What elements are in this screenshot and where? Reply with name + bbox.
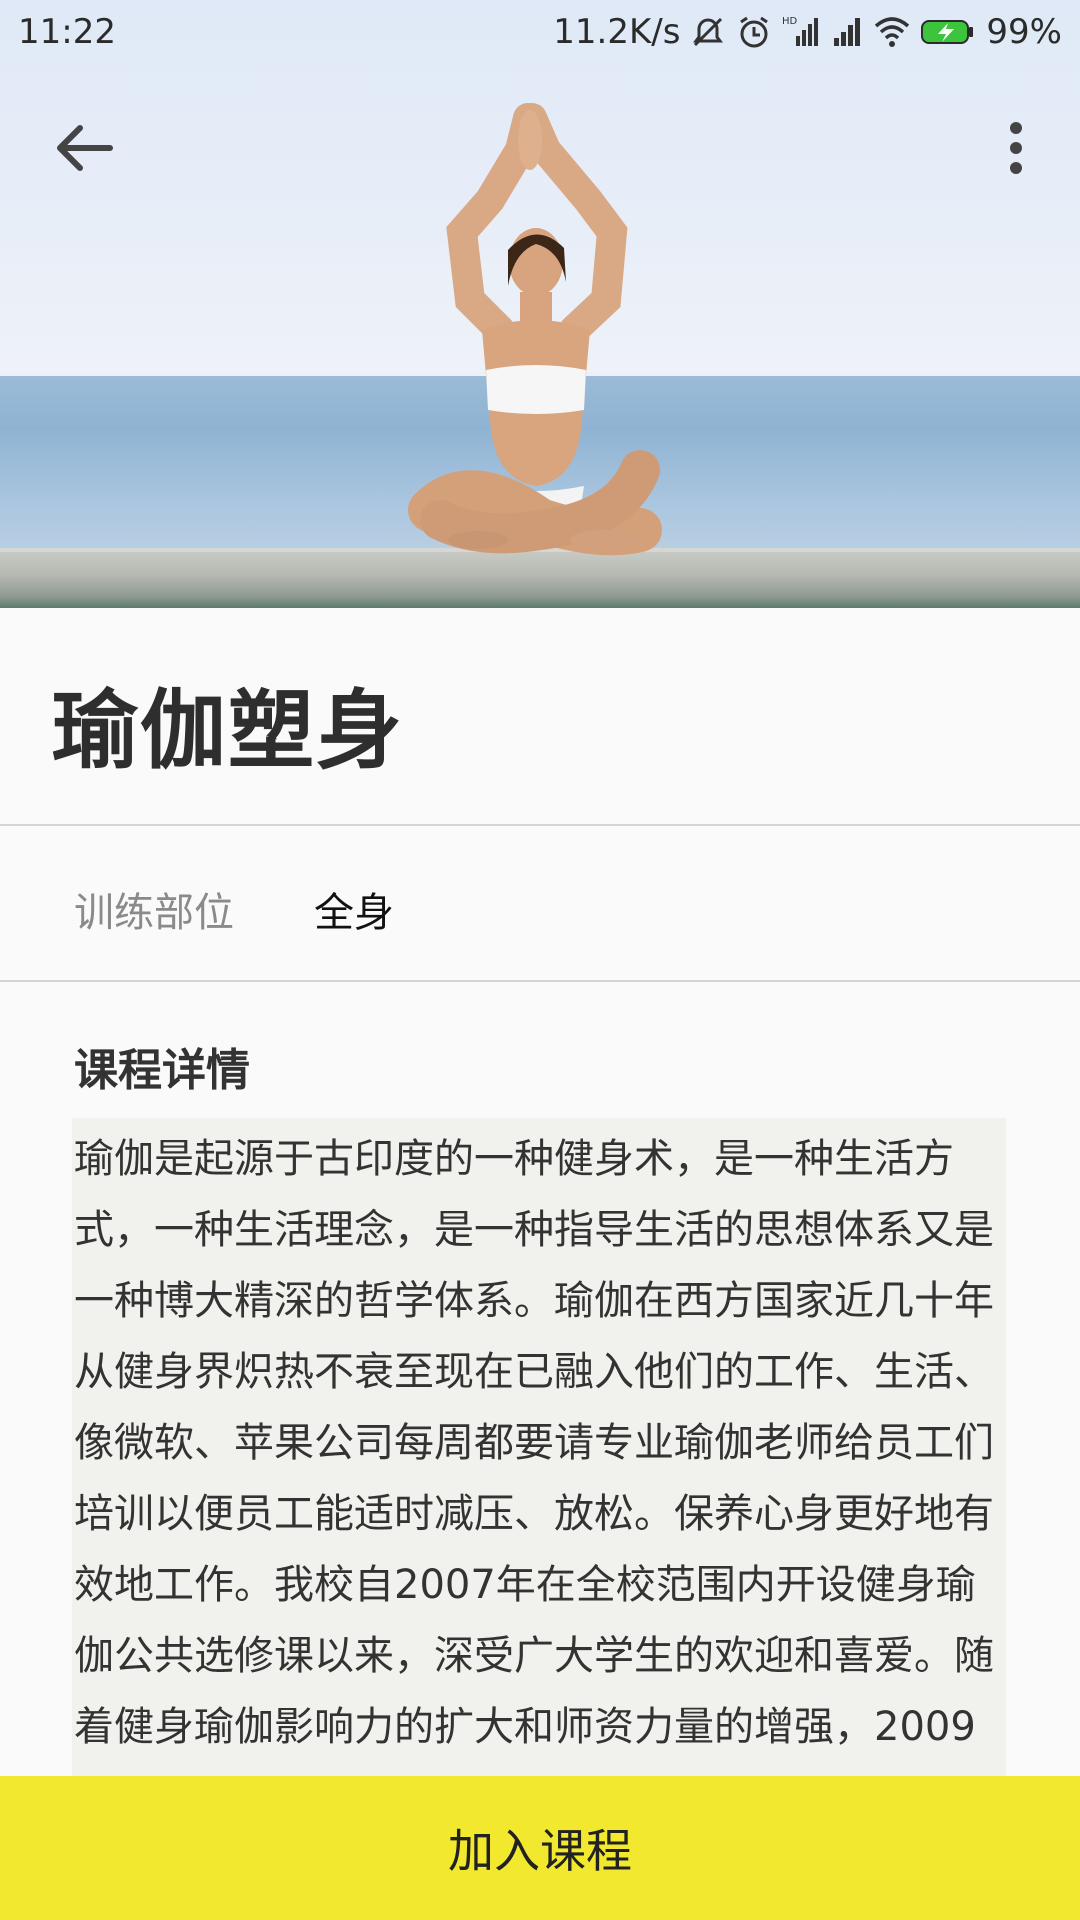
course-details-heading: 课程详情 xyxy=(74,1045,250,1096)
course-title: 瑜伽塑身 xyxy=(52,681,404,781)
alarm-icon xyxy=(740,16,769,48)
svg-text:HD: HD xyxy=(782,16,798,27)
course-details-text: 瑜伽是起源于古印度的一种健身术，是一种生活方式，一种生活理念，是一种指导生活的思… xyxy=(72,1118,1006,1778)
more-vert-icon[interactable] xyxy=(992,116,1040,180)
yoga-figure-illustration xyxy=(408,103,662,556)
arrow-left-icon[interactable] xyxy=(52,116,116,180)
status-right-group: 11.2K/s HD 99% xyxy=(553,12,1062,52)
status-bar: 11:22 11.2K/s HD 99% xyxy=(0,0,1080,62)
hd-signal-icon: HD xyxy=(782,16,819,46)
mute-icon xyxy=(693,17,724,47)
divider-top xyxy=(0,824,1080,826)
training-area-label: 训练部位 xyxy=(74,890,234,936)
course-cover-image xyxy=(0,0,1080,608)
wifi-icon xyxy=(875,17,910,47)
training-area-value: 全身 xyxy=(314,890,394,936)
battery-charging-icon xyxy=(921,20,974,44)
status-time: 11:22 xyxy=(18,12,116,52)
signal-icon xyxy=(834,18,861,46)
join-course-button[interactable]: 加入课程 xyxy=(0,1776,1080,1920)
divider-middle xyxy=(0,980,1080,982)
battery-percent: 99% xyxy=(986,12,1062,52)
network-speed: 11.2K/s xyxy=(553,12,681,52)
